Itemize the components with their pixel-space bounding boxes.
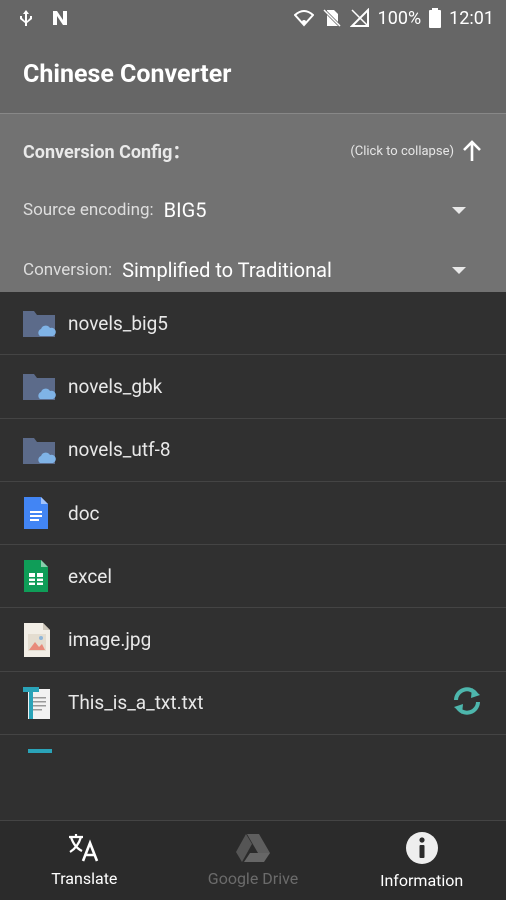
- battery-percentage: 100%: [377, 7, 422, 29]
- nav-information-label: Information: [380, 871, 464, 890]
- collapse-hint: (Click to collapse): [350, 143, 454, 159]
- list-item[interactable]: novels_utf-8: [0, 419, 506, 482]
- usb-icon: [20, 10, 32, 26]
- cloud-folder-icon: [0, 371, 68, 401]
- nav-google-drive[interactable]: Google Drive: [169, 821, 338, 900]
- status-bar: 100% 12:01: [0, 0, 506, 36]
- list-item[interactable]: novels_big5: [0, 292, 506, 356]
- no-sim-icon: [322, 8, 341, 28]
- conversion-dropdown[interactable]: Conversion: Simplified to Traditional: [23, 258, 466, 282]
- dropdown-caret-icon[interactable]: [452, 206, 466, 214]
- file-name: excel: [68, 564, 112, 588]
- config-title: Conversion Config：: [23, 142, 191, 163]
- wifi-icon: [293, 10, 314, 27]
- text-file-icon: [0, 685, 68, 721]
- collapse-toggle[interactable]: (Click to collapse): [350, 139, 484, 163]
- list-item-partial: [0, 735, 506, 765]
- file-name: novels_gbk: [68, 374, 163, 398]
- info-icon: [405, 832, 438, 864]
- nav-translate-label: Translate: [51, 869, 118, 888]
- google-drive-icon: [236, 834, 270, 862]
- conversion-value[interactable]: Simplified to Traditional: [122, 258, 332, 282]
- file-name: image.jpg: [68, 628, 152, 652]
- list-item[interactable]: excel: [0, 545, 506, 609]
- arrow-up-icon[interactable]: [460, 139, 484, 163]
- notification-icon: [53, 11, 67, 25]
- cloud-folder-icon: [0, 308, 68, 338]
- source-encoding-label: Source encoding:: [23, 200, 154, 220]
- dropdown-caret-icon[interactable]: [452, 266, 466, 274]
- source-encoding-dropdown[interactable]: Source encoding: BIG5: [23, 198, 466, 222]
- conversion-label: Conversion:: [23, 260, 113, 280]
- list-item[interactable]: image.jpg: [0, 608, 506, 672]
- battery-icon: [429, 8, 442, 28]
- file-name: doc: [68, 501, 100, 525]
- file-name: novels_utf-8: [68, 438, 171, 462]
- image-file-icon: [0, 622, 68, 658]
- file-name: novels_big5: [68, 311, 168, 335]
- nav-translate[interactable]: Translate: [0, 821, 169, 900]
- app-bar: Chinese Converter: [0, 36, 506, 114]
- conversion-config-panel: Conversion Config： (Click to collapse) S…: [0, 114, 506, 292]
- google-sheet-icon: [0, 559, 68, 593]
- list-item[interactable]: doc: [0, 482, 506, 546]
- file-list[interactable]: novels_big5 novels_gbk novels_utf-8 doc …: [0, 292, 506, 820]
- nav-google-drive-label: Google Drive: [207, 869, 299, 888]
- list-item[interactable]: novels_gbk: [0, 355, 506, 419]
- convert-icon[interactable]: [450, 686, 484, 720]
- app-title: Chinese Converter: [23, 60, 232, 89]
- signal-icon: [349, 8, 369, 27]
- source-encoding-value[interactable]: BIG5: [164, 198, 207, 222]
- google-doc-icon: [0, 496, 68, 530]
- list-item[interactable]: This_is_a_txt.txt: [0, 672, 506, 736]
- file-name: This_is_a_txt.txt: [68, 691, 204, 715]
- bottom-navigation: Translate Google Drive Information: [0, 820, 506, 900]
- text-file-icon: [28, 749, 52, 754]
- cloud-folder-icon: [0, 435, 68, 465]
- translate-icon: [69, 834, 99, 862]
- clock: 12:01: [449, 7, 494, 29]
- config-header[interactable]: Conversion Config： (Click to collapse): [23, 138, 484, 164]
- nav-information[interactable]: Information: [337, 821, 506, 900]
